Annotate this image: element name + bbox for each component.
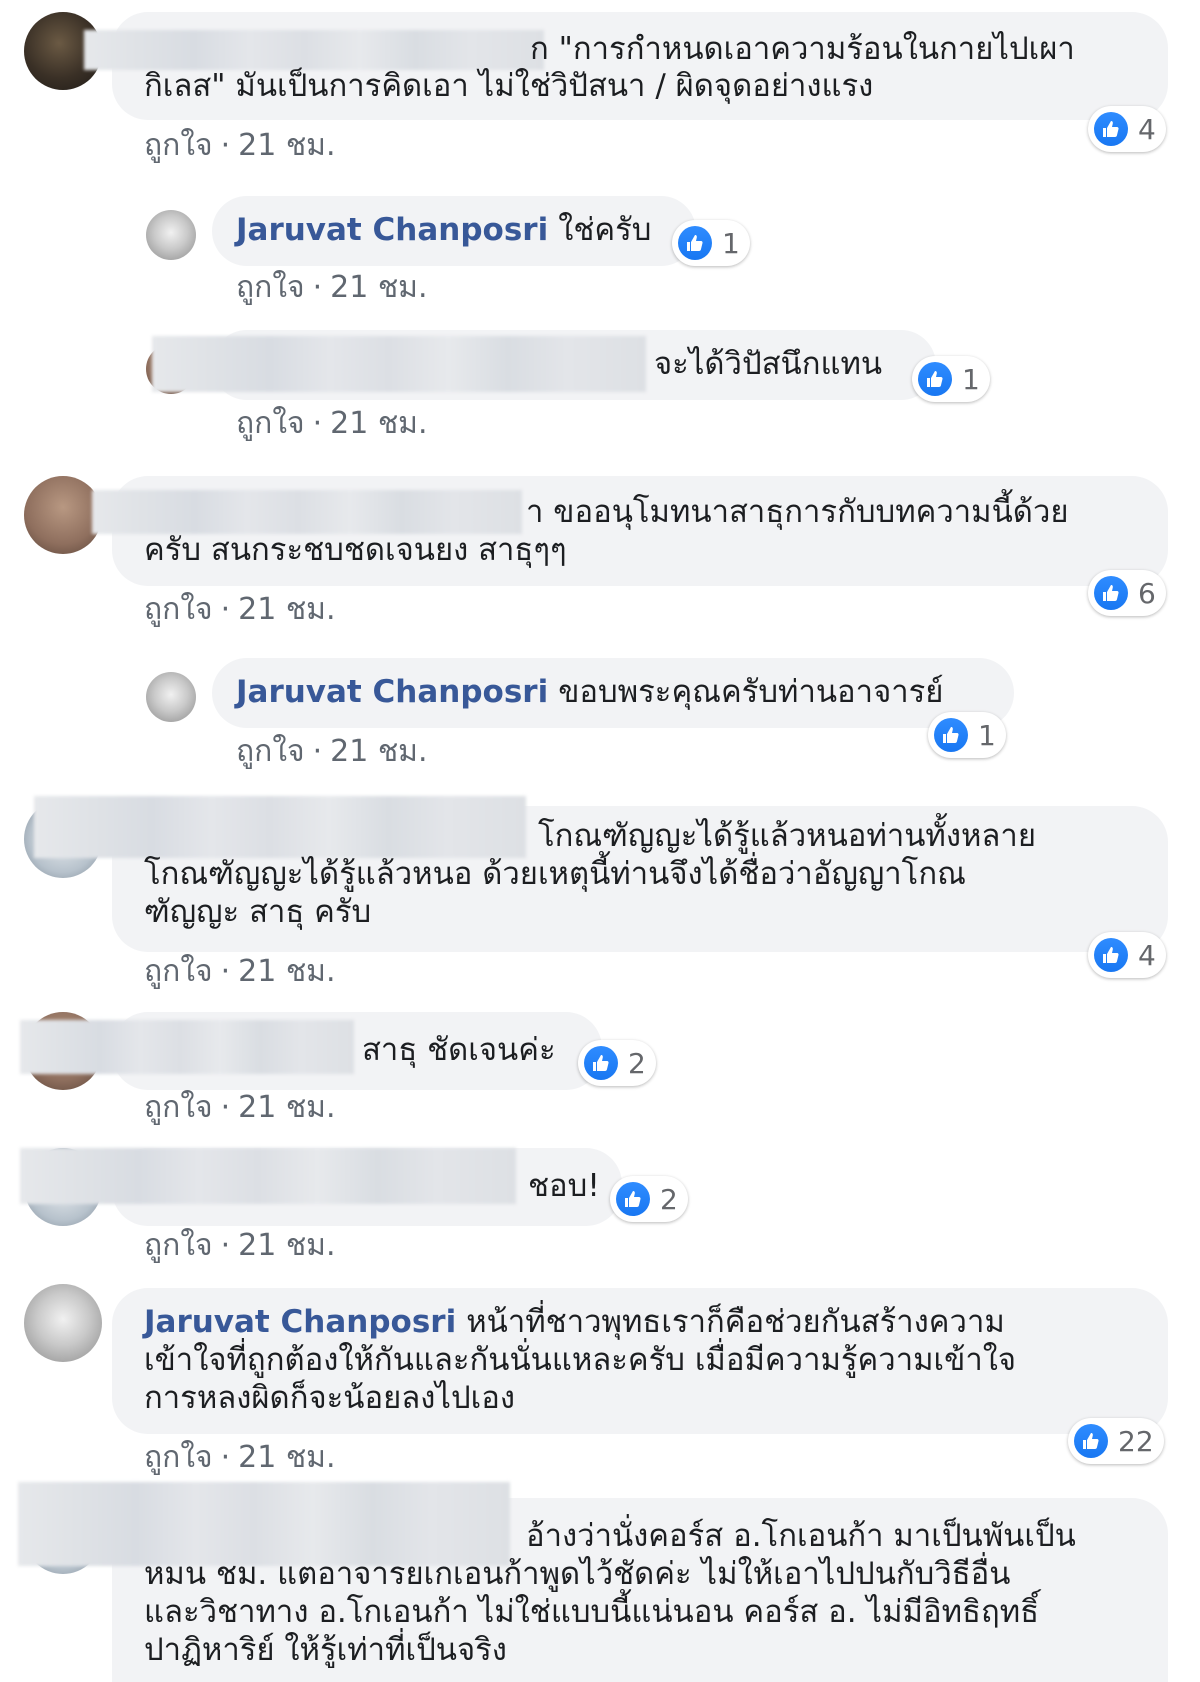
like-link[interactable]: ถูกใจ <box>236 734 305 769</box>
comment-text-line: อ้างว่านั่งคอร์ส อ.โกเอนก้า มาเป็นพันเป็… <box>526 1518 1076 1554</box>
comment-time[interactable]: 21 ชม. <box>238 1228 335 1263</box>
comment-author[interactable]: Jaruvat Chanposri <box>144 1304 456 1340</box>
comment-text-line: โกณฑัญญะได้รู้แล้วหนอท่านทั้งหลาย <box>538 818 1036 854</box>
comment-meta: ถูกใจ · 21 ชม. <box>144 1228 336 1264</box>
like-icon <box>616 1182 650 1216</box>
comment-text-line: โกณฑัญญะได้รู้แล้วหนอ ด้วยเหตุนี้ท่านจึง… <box>144 856 966 892</box>
comment-time[interactable]: 21 ชม. <box>238 592 335 627</box>
comment-text-line: และวิชาทาง อ.โกเอนก้า ไม่ใช่แบบนี้แน่นอน… <box>144 1594 1040 1630</box>
comment-author[interactable]: Jaruvat Chanposri <box>236 674 548 710</box>
like-count: 1 <box>978 718 996 752</box>
redacted-name <box>18 1482 510 1566</box>
comment-time[interactable]: 21 ชม. <box>238 128 335 163</box>
commenter-avatar[interactable] <box>146 210 196 260</box>
like-count: 4 <box>1138 112 1156 146</box>
reaction-count[interactable]: 2 <box>610 1176 688 1222</box>
commenter-avatar[interactable] <box>24 1284 102 1362</box>
comment-time[interactable]: 21 ชม. <box>238 1440 335 1475</box>
comment-meta: ถูกใจ · 21 ชม. <box>236 270 428 306</box>
redacted-name <box>20 1148 516 1204</box>
reaction-count[interactable]: 4 <box>1088 106 1166 152</box>
comment-text-line: การหลงผิดก็จะน้อยลงไปเอง <box>144 1380 516 1416</box>
like-icon <box>1074 1424 1108 1458</box>
like-link[interactable]: ถูกใจ <box>236 406 305 441</box>
reaction-count[interactable]: 1 <box>928 712 1006 758</box>
comment-text-line: หน้าที่ชาวพุทธเราก็คือช่วยกันสร้างความ <box>466 1304 1005 1340</box>
comment-text-line: ฑัญญะ สาธุ ครับ <box>144 894 372 930</box>
meta-separator: · <box>220 1090 231 1125</box>
comment-author[interactable]: Jaruvat Chanposri <box>236 212 548 248</box>
commenter-avatar[interactable] <box>24 476 102 554</box>
comment-text-line: หมน ชม. แตอาจารยเกเอนก้าพูดไว้ชัดค่ะ ไม่… <box>144 1556 1011 1592</box>
like-icon <box>934 718 968 752</box>
redacted-name <box>92 490 522 534</box>
like-count: 1 <box>962 362 980 396</box>
comment-text-line: ขอบพระคุณครับท่านอาจารย์ <box>558 674 944 710</box>
comment-meta: ถูกใจ · 21 ชม. <box>144 128 336 164</box>
redacted-name <box>84 30 544 70</box>
comment-text-line: ก "การกำหนดเอาความร้อนในกายไปเผา <box>530 31 1075 67</box>
commenter-avatar[interactable] <box>146 672 196 722</box>
like-icon <box>678 226 712 260</box>
comment-meta: ถูกใจ · 21 ชม. <box>144 592 336 628</box>
like-link[interactable]: ถูกใจ <box>144 592 213 627</box>
redacted-name <box>152 336 646 392</box>
comment-text-line: ครับ สนกระชบชดเจนยง สาธุๆๆ <box>144 532 567 568</box>
comment-meta: ถูกใจ · 21 ชม. <box>144 954 336 990</box>
like-link[interactable]: ถูกใจ <box>144 954 213 989</box>
comment-text: Jaruvat Chanposri ขอบพระคุณครับท่านอาจารย… <box>236 674 943 711</box>
like-count: 4 <box>1138 938 1156 972</box>
comment-text-line: จะได้วิปัสนึกแทน <box>654 346 883 382</box>
like-icon <box>1094 576 1128 610</box>
comment-meta: ถูกใจ · 21 ชม. <box>236 734 428 770</box>
comment-text-line: กิเลส" มันเป็นการคิดเอา ไม่ใช่วิปัสนา / … <box>144 68 874 104</box>
comment-time[interactable]: 21 ชม. <box>330 270 427 305</box>
like-link[interactable]: ถูกใจ <box>236 270 305 305</box>
comment-text-line: เข้าใจที่ถูกต้องให้กันและกันนั่นแหละครับ… <box>144 1342 1017 1378</box>
like-count: 2 <box>660 1182 678 1216</box>
like-icon <box>1094 938 1128 972</box>
comment-meta: ถูกใจ · 21 ชม. <box>236 406 428 442</box>
like-link[interactable]: ถูกใจ <box>144 1090 213 1125</box>
meta-separator: · <box>220 128 231 163</box>
comment-time[interactable]: 21 ชม. <box>330 734 427 769</box>
comment-text: Jaruvat Chanposri ใช่ครับ <box>236 212 651 249</box>
meta-separator: · <box>312 406 323 441</box>
like-link[interactable]: ถูกใจ <box>144 1440 213 1475</box>
reaction-count[interactable]: 2 <box>578 1040 656 1086</box>
like-link[interactable]: ถูกใจ <box>144 128 213 163</box>
comment-time[interactable]: 21 ชม. <box>238 954 335 989</box>
comment-meta: ถูกใจ · 21 ชม. <box>144 1440 336 1476</box>
comment-meta: ถูกใจ · 21 ชม. <box>144 1090 336 1126</box>
like-icon <box>584 1046 618 1080</box>
reaction-count[interactable]: 22 <box>1068 1418 1164 1464</box>
comment-text-line: า ขออนุโมทนาสาธุการกับบทความนี้ด้วย <box>526 494 1069 530</box>
comment-time[interactable]: 21 ชม. <box>238 1090 335 1125</box>
like-count: 22 <box>1118 1424 1154 1458</box>
like-icon <box>1094 112 1128 146</box>
meta-separator: · <box>312 734 323 769</box>
comment-text-line: ใช่ครับ <box>558 212 652 248</box>
meta-separator: · <box>220 1228 231 1263</box>
reaction-count[interactable]: 1 <box>912 356 990 402</box>
like-count: 1 <box>722 226 740 260</box>
like-link[interactable]: ถูกใจ <box>144 1228 213 1263</box>
comment-time[interactable]: 21 ชม. <box>330 406 427 441</box>
meta-separator: · <box>220 592 231 627</box>
comment-text-line: สาธุ ชัดเจนค่ะ <box>362 1032 556 1068</box>
redacted-name <box>20 1020 354 1074</box>
meta-separator: · <box>220 954 231 989</box>
reaction-count[interactable]: 1 <box>672 220 750 266</box>
meta-separator: · <box>312 270 323 305</box>
comment-text: Jaruvat Chanposri หน้าที่ชาวพุทธเราก็คือช… <box>144 1304 1005 1341</box>
comment-text-line: ปาฏิหาริย์ ให้รู้เท่าที่เป็นจริง <box>144 1632 507 1668</box>
comment-text-line: ชอบ! <box>528 1168 600 1204</box>
redacted-name <box>34 796 526 858</box>
like-count: 6 <box>1138 576 1156 610</box>
like-count: 2 <box>628 1046 646 1080</box>
like-icon <box>918 362 952 396</box>
meta-separator: · <box>220 1440 231 1475</box>
reaction-count[interactable]: 6 <box>1088 570 1166 616</box>
reaction-count[interactable]: 4 <box>1088 932 1166 978</box>
